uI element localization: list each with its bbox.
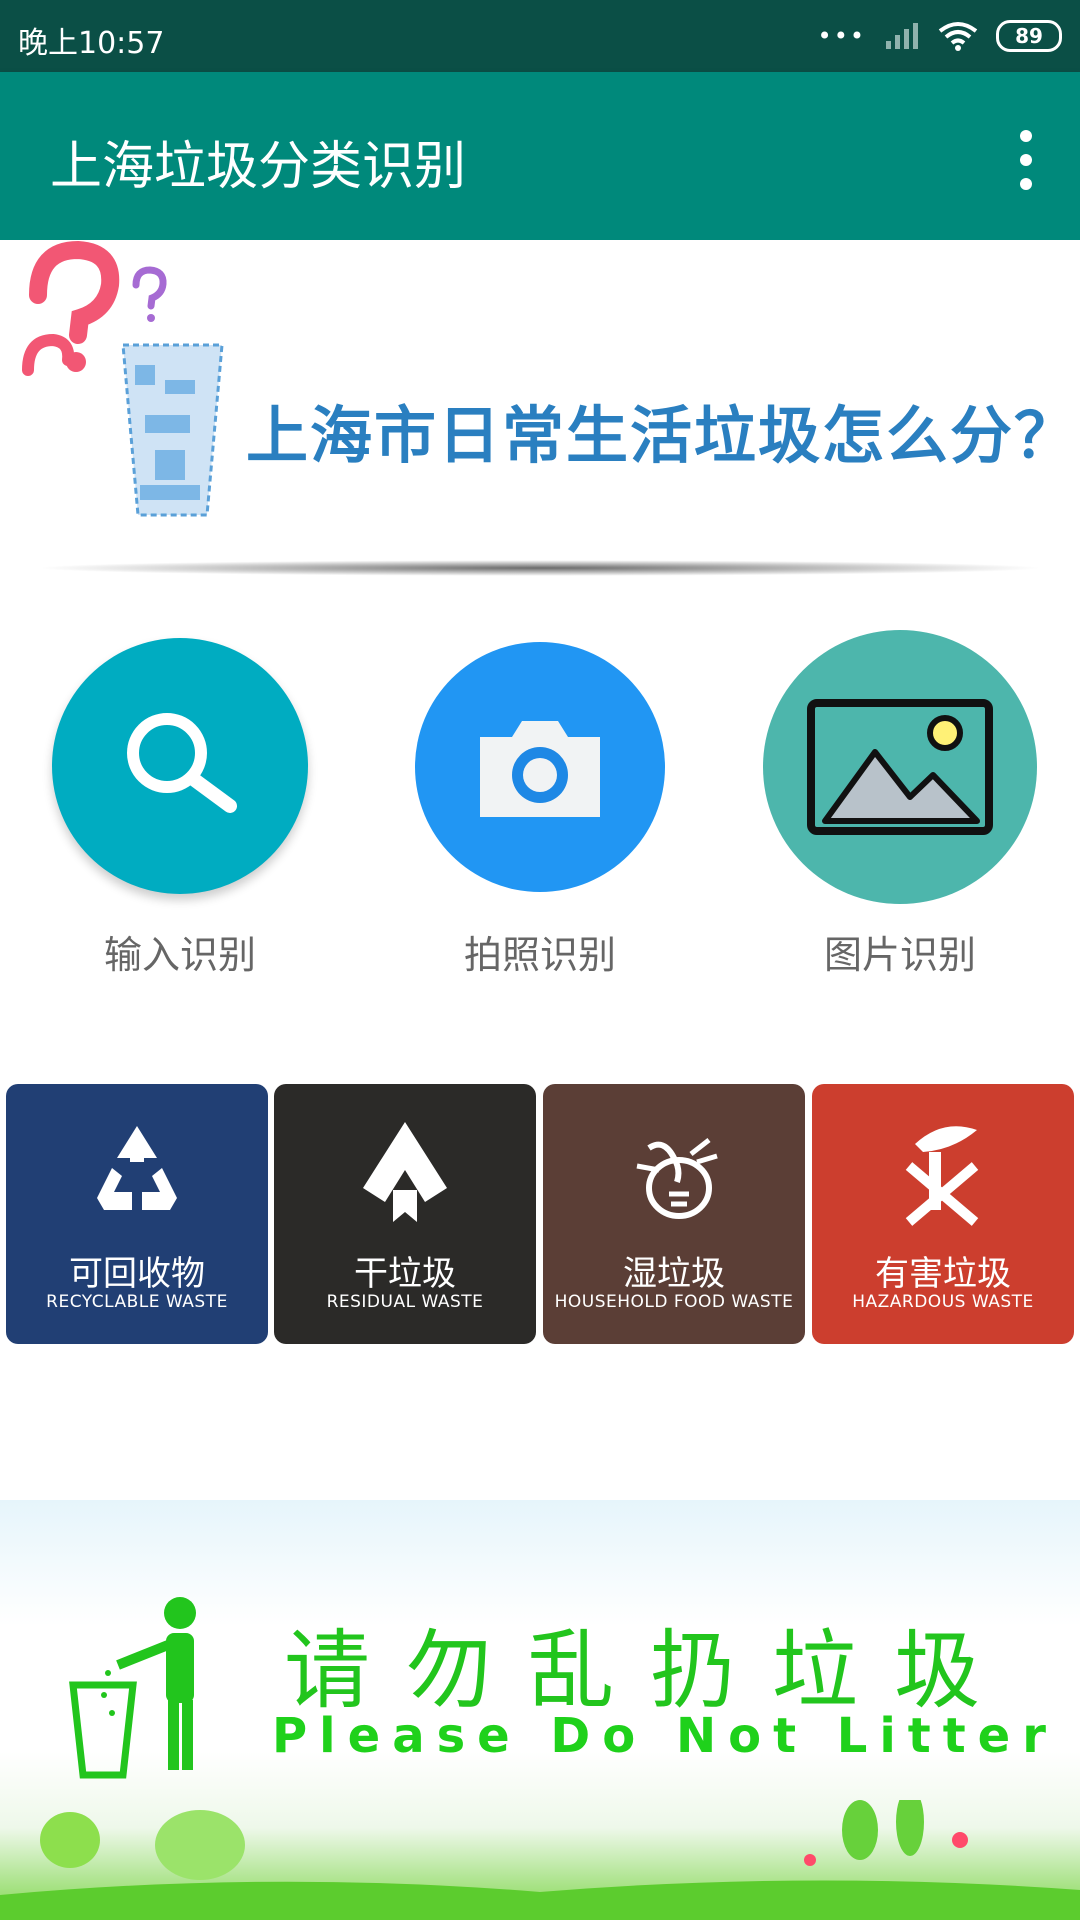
category-en: RECYCLABLE WASTE: [46, 1292, 228, 1312]
app-title: 上海垃圾分类识别: [50, 137, 467, 197]
image-circle[interactable]: [763, 630, 1037, 904]
image-recognition-label: 图片识别: [823, 933, 976, 977]
status-time: 晚上10:57: [18, 26, 165, 61]
input-recognition-label: 输入识别: [103, 933, 256, 977]
category-cn: 可回收物: [69, 1254, 205, 1294]
bottom-banner: 请勿乱扔垃圾 Please Do Not Litter: [0, 1500, 1080, 1920]
wifi-icon: [938, 22, 978, 51]
top-banner: 上海市日常生活垃圾怎么分？: [0, 240, 1080, 585]
search-circle[interactable]: [52, 638, 308, 894]
banner-shadow: [35, 560, 1045, 576]
signal-icon: [886, 23, 918, 49]
category-hazardous[interactable]: 有害垃圾 HAZARDOUS WASTE: [812, 1084, 1074, 1344]
photo-recognition-label: 拍照识别: [463, 933, 616, 977]
food-waste-icon: [636, 1138, 718, 1219]
residual-waste-icon: [363, 1122, 447, 1222]
more-vert-icon[interactable]: [1006, 130, 1046, 190]
category-cn: 有害垃圾: [875, 1254, 1011, 1294]
photo-recognition[interactable]: 拍照识别: [390, 630, 690, 977]
category-residual[interactable]: 干垃圾 RESIDUAL WASTE: [274, 1084, 536, 1344]
status-bar: 晚上10:57 ••• 89: [0, 0, 1080, 72]
image-icon: [807, 699, 993, 835]
battery-indicator: 89: [996, 20, 1062, 52]
recycle-icon: [97, 1126, 177, 1210]
banner-title: 上海市日常生活垃圾怎么分？: [246, 399, 1079, 472]
hazardous-waste-icon: [905, 1126, 979, 1226]
search-icon: [127, 713, 237, 813]
category-en: HOUSEHOLD FOOD WASTE: [554, 1292, 794, 1312]
category-recyclable[interactable]: 可回收物 RECYCLABLE WASTE: [6, 1084, 268, 1344]
category-cn: 湿垃圾: [623, 1254, 725, 1294]
image-recognition[interactable]: 图片识别: [750, 630, 1050, 977]
input-recognition[interactable]: 输入识别: [30, 630, 330, 977]
category-food[interactable]: 湿垃圾 HOUSEHOLD FOOD WASTE: [543, 1084, 805, 1344]
trash-cup-icon: [121, 343, 224, 517]
grass-decoration-icon: [0, 1800, 1080, 1920]
status-icons: ••• 89: [818, 14, 1062, 58]
no-litter-cn: 请勿乱扔垃圾: [284, 1621, 1016, 1721]
notification-dots: •••: [817, 22, 866, 50]
camera-circle[interactable]: [415, 642, 665, 892]
category-en: HAZARDOUS WASTE: [852, 1292, 1034, 1312]
category-cn: 干垃圾: [354, 1254, 456, 1294]
category-row: 可回收物 RECYCLABLE WASTE 干垃圾 RESIDUAL WASTE…: [6, 1084, 1074, 1346]
category-en: RESIDUAL WASTE: [326, 1292, 484, 1312]
app-bar: 上海垃圾分类识别: [0, 72, 1080, 240]
no-litter-en: Please Do Not Litter: [272, 1708, 1058, 1764]
person-trash-icon: [69, 1597, 196, 1779]
camera-icon: [480, 721, 600, 817]
